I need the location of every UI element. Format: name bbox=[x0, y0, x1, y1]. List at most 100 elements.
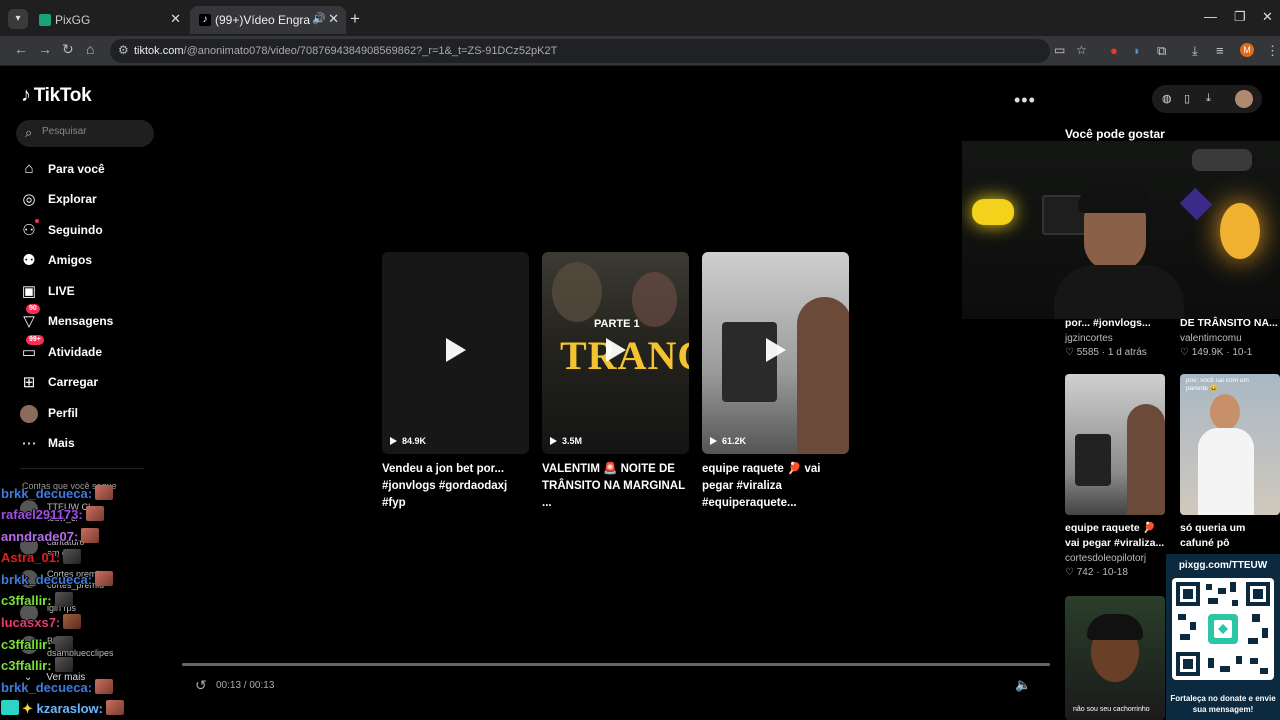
play-icon[interactable] bbox=[446, 338, 466, 362]
search-box[interactable]: ⌕ bbox=[16, 120, 154, 147]
person-silhouette bbox=[552, 262, 602, 322]
nav-activity[interactable]: ▭ 99+ Atividade bbox=[20, 335, 160, 365]
video-thumbnail[interactable]: PARTE 1 TRANCO 3.5M bbox=[542, 252, 689, 454]
device-icon[interactable]: ▯ bbox=[1184, 92, 1190, 105]
suggested-thumbnail[interactable] bbox=[1065, 374, 1165, 515]
suggestions-title: Você pode gostar bbox=[1065, 127, 1165, 141]
forward-icon[interactable]: → bbox=[38, 41, 52, 57]
view-count: 84.9K bbox=[390, 436, 426, 446]
maximize-icon[interactable]: ❐ bbox=[1234, 9, 1246, 25]
nav-profile[interactable]: Perfil bbox=[20, 402, 160, 426]
chat-emote-icon bbox=[54, 636, 73, 651]
avatar bbox=[20, 405, 38, 423]
browser-menu-icon[interactable]: ⋮ bbox=[1266, 43, 1279, 59]
speed-icon[interactable]: ◍ bbox=[1162, 92, 1172, 105]
url-field[interactable]: ⚙ tiktok.com/@anonimato078/video/7087694… bbox=[110, 39, 1087, 63]
suggested-author[interactable]: cortesdoleopilotorj bbox=[1065, 553, 1146, 564]
view-count: 61.2K bbox=[710, 436, 746, 446]
backpack-shape bbox=[722, 322, 777, 402]
view-count: 3.5M bbox=[550, 436, 582, 446]
close-tab-icon[interactable]: ✕ bbox=[328, 11, 339, 27]
video-caption[interactable]: Vendeu a jon bet por... #jonvlogs #gorda… bbox=[382, 461, 532, 512]
back-icon[interactable]: ← bbox=[14, 41, 28, 57]
site-info-icon[interactable]: ⚙ bbox=[118, 43, 129, 57]
nav-upload[interactable]: ⊞ Carregar bbox=[20, 371, 160, 395]
chat-emote-icon bbox=[54, 657, 73, 672]
shelf-decoration bbox=[1192, 149, 1252, 171]
chat-message: brkk_decueca: bbox=[1, 485, 114, 503]
tiktok-logo[interactable]: ♪ TikTok bbox=[21, 84, 92, 107]
nav-friends[interactable]: ⚉ Amigos bbox=[20, 249, 160, 273]
more-icon: ⋯ bbox=[21, 435, 37, 452]
download-icon[interactable]: ⤓ bbox=[1206, 92, 1211, 105]
extension-icon[interactable]: ● bbox=[1110, 43, 1118, 58]
tab-list-button[interactable]: ▾ bbox=[8, 9, 28, 29]
suggested-title[interactable]: equipe raquete 🏓 vai pegar #viraliza... bbox=[1065, 521, 1165, 551]
progress-fill bbox=[182, 663, 1050, 666]
video-thumbnail[interactable]: 84.9K bbox=[382, 252, 529, 454]
video-caption[interactable]: VALENTIM 🚨 NOITE DE TRÂNSITO NA MARGINAL… bbox=[542, 461, 692, 512]
heart-icon: ♡ bbox=[1065, 567, 1077, 578]
profile-avatar[interactable]: M bbox=[1240, 43, 1254, 57]
nav-messages[interactable]: ▽ 90 Mensagens bbox=[20, 304, 160, 334]
minimize-icon[interactable]: — bbox=[1204, 9, 1217, 24]
suggested-title[interactable]: por... #jonvlogs... bbox=[1065, 317, 1151, 329]
new-tab-button[interactable]: + bbox=[350, 9, 360, 29]
suggested-thumbnail[interactable]: não sou seu cachorrinho bbox=[1065, 596, 1165, 720]
suggested-stats: ♡ 5585 · 1 d atrás bbox=[1065, 347, 1147, 358]
pix-donation-panel: pixgg.com/TTEUW Fortaleça no donate e en… bbox=[1166, 554, 1280, 720]
audio-playing-icon[interactable]: 🔊 bbox=[312, 12, 326, 25]
chat-emote-icon bbox=[95, 679, 114, 694]
extensions-puzzle-icon[interactable]: ⧉ bbox=[1157, 43, 1166, 59]
search-input[interactable] bbox=[42, 126, 142, 137]
tiktok-favicon-icon: ♪ bbox=[199, 14, 211, 26]
suggested-title[interactable]: DE TRÂNSITO NA... bbox=[1180, 317, 1278, 329]
replay-icon[interactable]: ↺ bbox=[195, 677, 207, 694]
video-card[interactable]: 61.2K equipe raquete 🏓 vai pegar #virali… bbox=[702, 252, 849, 512]
volume-icon[interactable]: 🔈 bbox=[1015, 677, 1031, 693]
play-icon[interactable] bbox=[606, 338, 626, 362]
person-silhouette bbox=[1127, 404, 1165, 515]
reload-icon[interactable]: ↻ bbox=[62, 41, 74, 58]
pix-message: Fortaleça no donate e envie sua mensagem… bbox=[1170, 694, 1276, 714]
video-thumbnail[interactable]: 61.2K bbox=[702, 252, 849, 454]
avatar[interactable] bbox=[1235, 90, 1253, 108]
bookmark-star-icon[interactable]: ☆ bbox=[1076, 43, 1087, 57]
nav-following[interactable]: ⚇ Seguindo bbox=[20, 219, 160, 243]
chat-emote-icon bbox=[85, 506, 104, 521]
nav-more[interactable]: ⋯ Mais bbox=[20, 432, 160, 456]
nav-explore[interactable]: ◎ Explorar bbox=[20, 188, 160, 212]
video-caption[interactable]: equipe raquete 🏓 vai pegar #viraliza #eq… bbox=[702, 461, 852, 512]
divider bbox=[20, 468, 144, 469]
video-card[interactable]: 84.9K Vendeu a jon bet por... #jonvlogs … bbox=[382, 252, 529, 512]
upload-icon: ⊞ bbox=[22, 374, 36, 391]
extension-icon[interactable]: ◗ bbox=[1133, 43, 1141, 58]
suggested-author[interactable]: jgzincortes bbox=[1065, 333, 1113, 344]
nav-for-you[interactable]: ⌂ Para você bbox=[20, 158, 160, 182]
thumbnail-caption: não sou seu cachorrinho bbox=[1073, 706, 1150, 713]
notification-dot bbox=[35, 219, 39, 223]
tab-tiktok[interactable]: ♪ (99+)Vídeo Engraçado do P 🔊 ✕ bbox=[190, 6, 346, 34]
close-tab-icon[interactable]: ✕ bbox=[170, 11, 181, 27]
lamp-light bbox=[1220, 203, 1260, 259]
suggested-author[interactable]: valentimcomu bbox=[1180, 333, 1242, 344]
more-options-icon[interactable]: ••• bbox=[1014, 90, 1036, 111]
play-icon[interactable] bbox=[766, 338, 786, 362]
browser-tabbar: ▾ PixGG ✕ ♪ (99+)Vídeo Engraçado do P 🔊 … bbox=[0, 0, 1280, 36]
downloads-icon[interactable]: ⤓ bbox=[1192, 43, 1198, 59]
play-count-icon bbox=[550, 437, 557, 445]
install-app-icon[interactable]: ▭ bbox=[1054, 43, 1065, 57]
suggested-thumbnail[interactable]: pov: você sai com um parente 😄 bbox=[1180, 374, 1280, 515]
video-card[interactable]: PARTE 1 TRANCO 3.5M VALENTIM 🚨 NOITE DE … bbox=[542, 252, 689, 512]
video-progress-bar[interactable] bbox=[182, 663, 1050, 666]
user-badge-icon bbox=[1, 700, 19, 715]
tab-pixgg[interactable]: PixGG ✕ bbox=[30, 6, 188, 34]
close-window-icon[interactable]: ✕ bbox=[1262, 9, 1273, 25]
streamer-shirt bbox=[1054, 265, 1184, 319]
home-icon[interactable]: ⌂ bbox=[86, 41, 94, 57]
person-hair bbox=[1087, 614, 1143, 640]
suggested-title[interactable]: só queria um cafuné pô bbox=[1180, 521, 1280, 551]
media-control-icon[interactable]: ≡ bbox=[1216, 43, 1224, 58]
following-icon: ⚇ bbox=[22, 222, 36, 239]
nav-live[interactable]: ▣ LIVE bbox=[20, 280, 160, 304]
